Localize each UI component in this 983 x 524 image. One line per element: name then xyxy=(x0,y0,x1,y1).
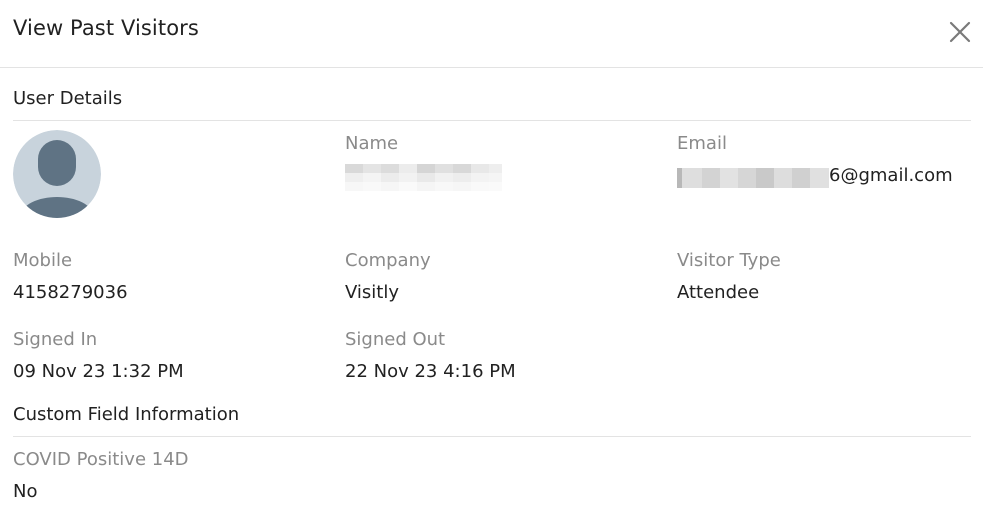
mobile-value: 4158279036 xyxy=(13,282,128,303)
signed-out-label: Signed Out xyxy=(345,329,446,350)
name-value-redacted xyxy=(345,164,502,191)
mobile-label: Mobile xyxy=(13,250,73,271)
visitor-type-value: Attendee xyxy=(677,282,760,303)
covid-positive-label: COVID Positive 14D xyxy=(13,449,189,470)
signed-out-value: 22 Nov 23 4:16 PM xyxy=(345,361,516,382)
signed-in-value: 09 Nov 23 1:32 PM xyxy=(13,361,184,382)
company-label: Company xyxy=(345,250,431,271)
signed-in-label: Signed In xyxy=(13,329,98,350)
close-button[interactable] xyxy=(947,19,973,45)
modal-header: View Past Visitors xyxy=(0,0,983,68)
visitor-type-label: Visitor Type xyxy=(677,250,781,271)
view-past-visitors-modal: View Past Visitors User Details Name Ema… xyxy=(0,0,983,524)
user-details-heading: User Details xyxy=(13,88,123,109)
covid-positive-value: No xyxy=(13,481,38,502)
custom-field-divider xyxy=(13,436,971,437)
company-value: Visitly xyxy=(345,282,400,303)
user-details-divider xyxy=(13,120,971,121)
email-value: 6@gmail.com xyxy=(829,165,953,186)
email-label: Email xyxy=(677,133,727,154)
user-avatar-icon xyxy=(13,130,101,218)
name-label: Name xyxy=(345,133,399,154)
modal-title: View Past Visitors xyxy=(13,16,199,40)
user-avatar xyxy=(13,130,101,218)
custom-field-heading: Custom Field Information xyxy=(13,404,240,425)
close-icon xyxy=(949,21,971,43)
email-value-redacted xyxy=(677,168,829,188)
